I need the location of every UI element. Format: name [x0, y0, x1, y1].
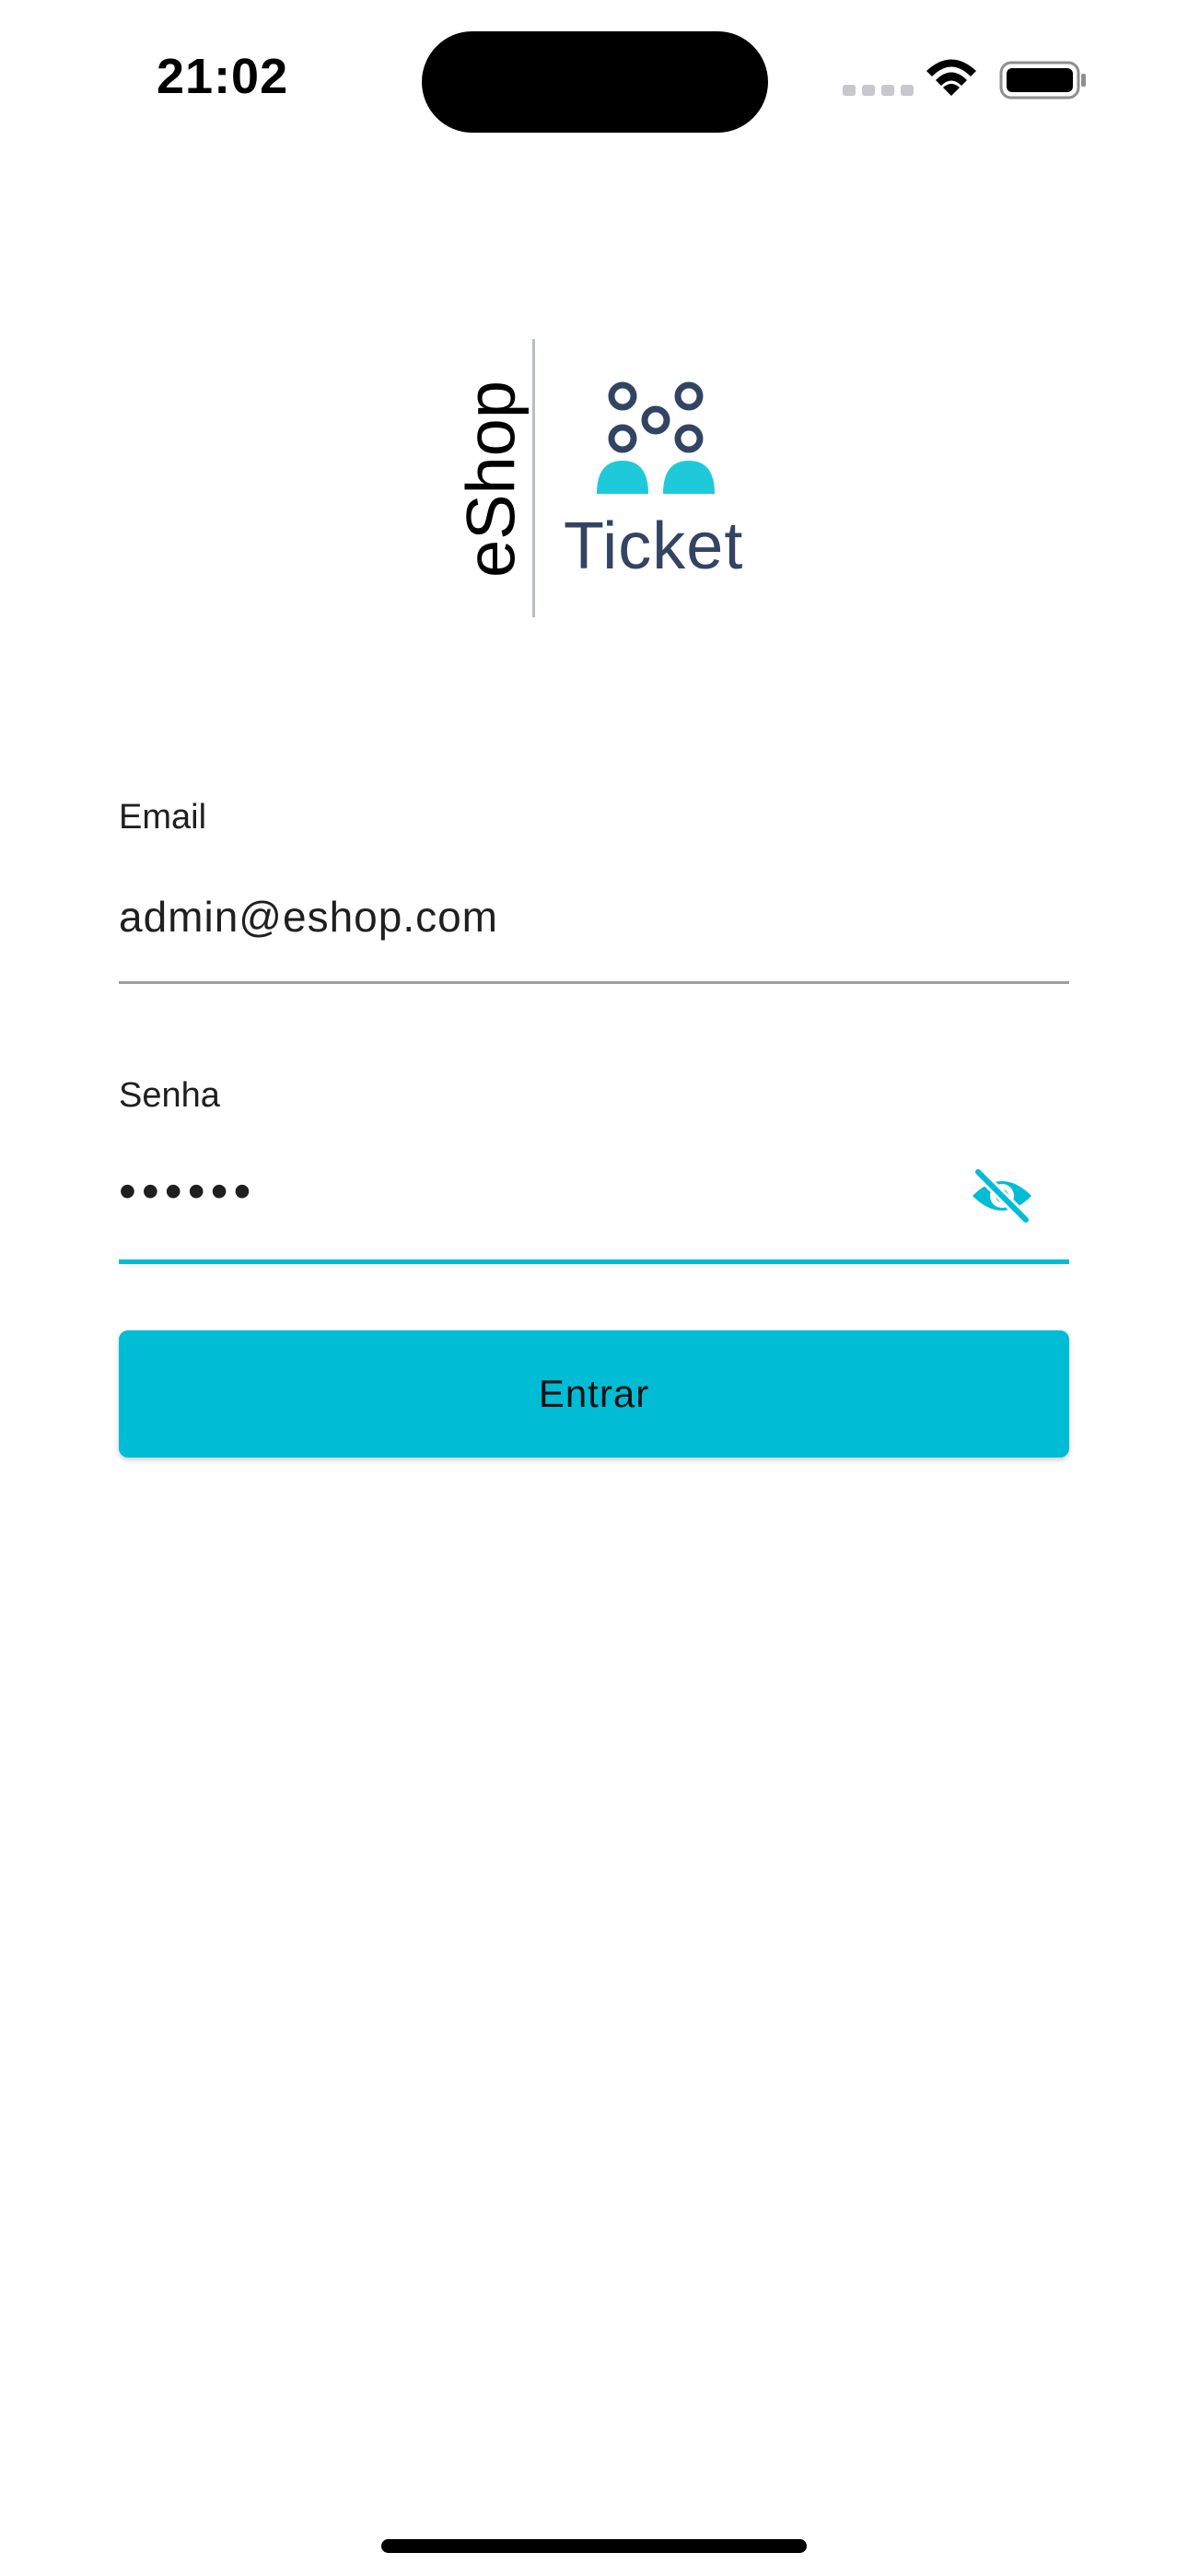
password-underline — [119, 1259, 1069, 1264]
cellular-signal-icon — [843, 85, 914, 96]
people-group-icon — [597, 381, 715, 494]
status-time: 21:02 — [157, 49, 289, 104]
logo-divider — [532, 339, 535, 617]
email-input[interactable]: admin@eshop.com — [119, 892, 498, 942]
logo-eshop-text: eShop — [452, 381, 530, 578]
logo-eshop-text-wrapper: eShop — [449, 369, 532, 590]
login-screen: 21:02 eShop Ticket Email admin@eshop.com… — [0, 0, 1188, 2576]
login-button-label: Entrar — [538, 1372, 650, 1415]
eye-off-icon[interactable] — [969, 1166, 1035, 1225]
password-label: Senha — [119, 1076, 220, 1115]
dynamic-island — [422, 31, 768, 133]
logo-ticket-text: Ticket — [564, 509, 744, 583]
home-indicator[interactable] — [381, 2539, 807, 2553]
email-label: Email — [119, 798, 207, 837]
battery-icon — [999, 61, 1086, 100]
email-underline — [119, 981, 1069, 984]
login-button[interactable]: Entrar — [119, 1330, 1069, 1458]
wifi-icon — [926, 59, 976, 96]
password-input[interactable]: •••••• — [119, 1163, 256, 1220]
